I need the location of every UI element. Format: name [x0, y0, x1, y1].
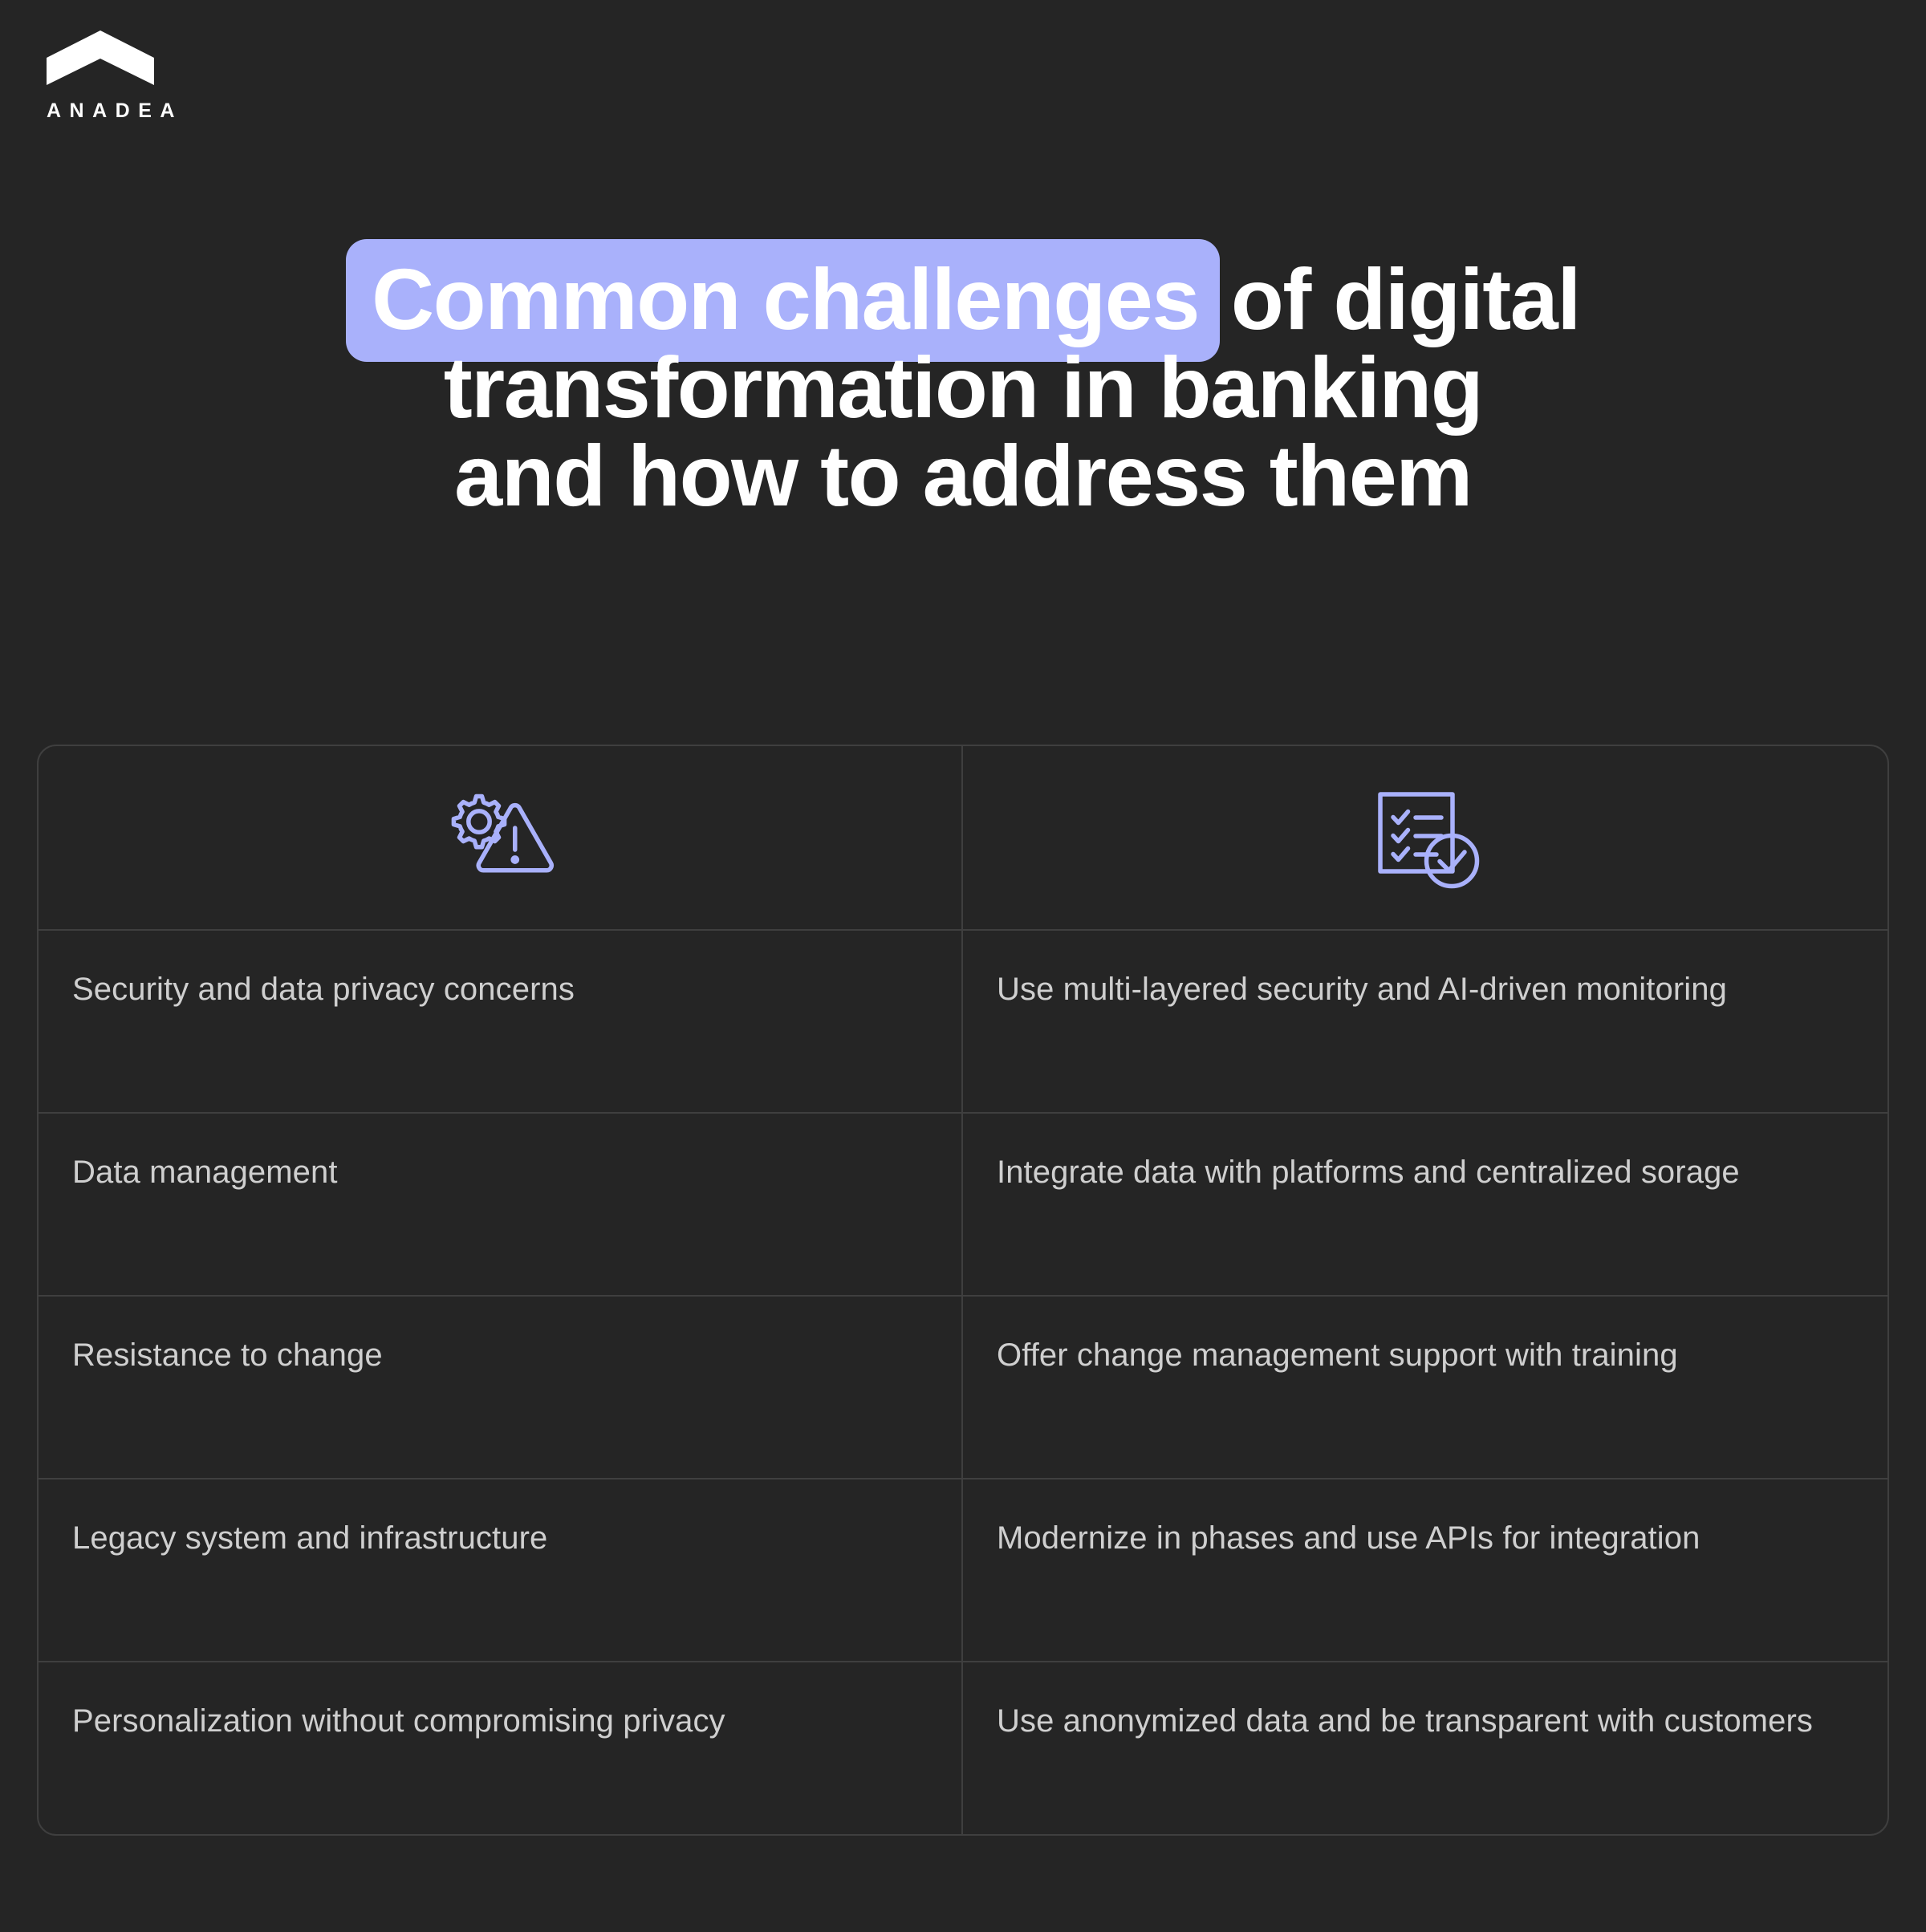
checklist-check-circle-icon — [1378, 792, 1480, 889]
headline-line-3: and how to address them — [454, 427, 1473, 525]
headline-line-1: Common challenges of digital — [120, 239, 1806, 362]
table-header-cell-challenges — [39, 746, 963, 929]
table-cell-challenge: Data management — [39, 1114, 963, 1295]
table-header-cell-solutions — [963, 746, 1887, 929]
table-row: Resistance to change Offer change manage… — [39, 1297, 1887, 1479]
headline-line-1-rest: of digital — [1230, 250, 1581, 347]
table-cell-solution: Integrate data with platforms and centra… — [963, 1114, 1887, 1295]
gear-warning-triangle-icon — [451, 794, 554, 873]
challenges-solutions-table: Security and data privacy concerns Use m… — [37, 745, 1889, 1836]
page-title: Common challenges of digital transformati… — [120, 239, 1806, 525]
challenge-text: Security and data privacy concerns — [72, 972, 575, 1007]
challenge-text: Legacy system and infrastructure — [72, 1520, 548, 1556]
table-header-row — [39, 746, 1887, 931]
solution-text: Use anonymized data and be transparent w… — [997, 1703, 1813, 1739]
solution-text: Integrate data with platforms and centra… — [997, 1155, 1740, 1190]
challenge-text: Data management — [72, 1155, 338, 1190]
solution-text: Modernize in phases and use APIs for int… — [997, 1520, 1700, 1556]
table-row: Data management Integrate data with plat… — [39, 1114, 1887, 1297]
table-cell-solution: Offer change management support with tra… — [963, 1297, 1887, 1478]
brand-logo: ANADEA — [47, 30, 255, 121]
table-cell-solution: Modernize in phases and use APIs for int… — [963, 1479, 1887, 1661]
table-cell-solution: Use multi-layered security and AI-driven… — [963, 931, 1887, 1112]
brand-wordmark: ANADEA — [47, 99, 183, 122]
table-row: Personalization without compromising pri… — [39, 1662, 1887, 1834]
challenge-text: Personalization without compromising pri… — [72, 1703, 725, 1739]
table-cell-solution: Use anonymized data and be transparent w… — [963, 1662, 1887, 1834]
chevron-up-logo-icon — [47, 30, 154, 85]
solution-text: Offer change management support with tra… — [997, 1337, 1678, 1373]
solution-text: Use multi-layered security and AI-driven… — [997, 972, 1727, 1007]
table-cell-challenge: Resistance to change — [39, 1297, 963, 1478]
table-row: Security and data privacy concerns Use m… — [39, 931, 1887, 1114]
table-cell-challenge: Legacy system and infrastructure — [39, 1479, 963, 1661]
table-row: Legacy system and infrastructure Moderni… — [39, 1479, 1887, 1662]
challenge-text: Resistance to change — [72, 1337, 383, 1373]
table-cell-challenge: Security and data privacy concerns — [39, 931, 963, 1112]
table-cell-challenge: Personalization without compromising pri… — [39, 1662, 963, 1834]
